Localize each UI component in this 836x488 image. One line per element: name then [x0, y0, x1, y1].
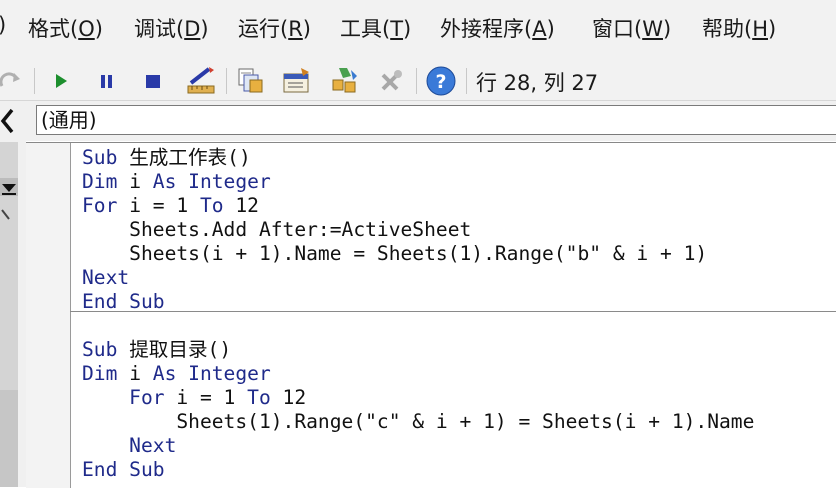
menu-bar: ) 格式(O) 调试(D) 运行(R) 工具(T) 外接程序(A) 窗口(W) … — [0, 0, 836, 62]
menu-format[interactable]: 格式(O) — [28, 13, 103, 43]
run-icon[interactable] — [48, 66, 74, 96]
code-keyword: Next — [82, 266, 130, 289]
code-line[interactable]: Sheets(1).Range("c" & i + 1) = Sheets(i … — [82, 410, 754, 434]
reset-icon[interactable] — [140, 66, 166, 96]
code-keyword: Dim — [82, 362, 130, 385]
code-line[interactable]: Sheets.Add After:=ActiveSheet — [82, 218, 754, 242]
code-editor[interactable]: Sub 生成工作表() Dim i As Integer For i = 1 To … — [82, 146, 754, 482]
code-keyword: To — [199, 194, 236, 217]
toolbar-separator — [416, 68, 417, 94]
code-text: i = 1 — [176, 386, 248, 409]
project-pane-scroll[interactable] — [0, 390, 18, 487]
code-keyword: As Integer — [152, 362, 271, 385]
code-text: i — [129, 170, 153, 193]
code-keyword: For — [82, 386, 177, 409]
toolbox-icon[interactable] — [376, 66, 406, 96]
code-keyword: Dim — [82, 170, 130, 193]
code-text: 生成工作表() — [129, 146, 251, 169]
code-keyword: Sub — [82, 338, 130, 361]
design-mode-icon[interactable] — [184, 66, 218, 96]
code-line[interactable]: Sub 提取目录() — [82, 338, 754, 362]
standard-toolbar: ? 行 28, 列 27 — [0, 62, 836, 101]
code-line[interactable]: Dim i As Integer — [82, 362, 754, 386]
collapse-arrow-icon[interactable] — [0, 107, 14, 135]
menu-debug[interactable]: 调试(D) — [134, 13, 209, 43]
toolbar-separator — [466, 68, 467, 94]
code-line[interactable]: Dim i As Integer — [82, 170, 754, 194]
code-text: 12 — [235, 194, 259, 217]
project-explorer-icon[interactable] — [234, 66, 268, 96]
code-text: i — [129, 362, 153, 385]
code-keyword: End Sub — [82, 290, 165, 313]
code-line[interactable] — [82, 314, 754, 338]
code-line[interactable]: Sheets(i + 1).Name = Sheets(1).Range("b"… — [82, 242, 754, 266]
object-combo[interactable]: (通用) — [36, 105, 836, 135]
code-line[interactable]: For i = 1 To 12 — [82, 386, 754, 410]
code-keyword: End Sub — [82, 458, 165, 481]
code-keyword: Sub — [82, 146, 130, 169]
code-text: i = 1 — [129, 194, 200, 217]
code-line[interactable]: Sub 生成工作表() — [82, 146, 754, 170]
menu-addins[interactable]: 外接程序(A) — [440, 13, 555, 43]
object-combo-row: (通用) — [26, 101, 836, 141]
svg-text:?: ? — [435, 71, 446, 93]
code-text: Sheets.Add After:=ActiveSheet — [82, 218, 472, 241]
code-window[interactable]: Sub 生成工作表() Dim i As Integer For i = 1 To … — [26, 142, 836, 488]
menu-run[interactable]: 运行(R) — [238, 13, 311, 43]
tree-branch-icon — [1, 209, 10, 220]
code-line[interactable]: Next — [82, 434, 754, 458]
toolbar-separator — [34, 68, 35, 94]
help-icon[interactable]: ? — [424, 66, 458, 96]
break-icon[interactable] — [94, 66, 120, 96]
code-margin-indicator-bar[interactable] — [26, 143, 71, 488]
code-line[interactable]: End Sub — [82, 458, 754, 482]
code-text: Sheets(1).Range("c" & i + 1) = Sheets(i … — [82, 410, 755, 433]
code-line[interactable]: For i = 1 To 12 — [82, 194, 754, 218]
object-browser-icon[interactable] — [328, 66, 362, 96]
code-text: 12 — [282, 386, 307, 409]
cursor-position: 行 28, 列 27 — [476, 71, 599, 95]
code-keyword: As Integer — [152, 170, 271, 193]
code-line[interactable]: End Sub — [82, 290, 754, 314]
properties-window-icon[interactable] — [280, 66, 314, 96]
code-keyword: For — [82, 194, 130, 217]
code-keyword: Next — [82, 434, 177, 457]
menu-view-partial[interactable]: ) — [0, 13, 6, 37]
toolbar-separator — [226, 68, 227, 94]
menu-tools[interactable]: 工具(T) — [340, 13, 411, 43]
code-line[interactable]: Next — [82, 266, 754, 290]
dropdown-arrow-icon[interactable] — [0, 178, 18, 196]
menu-help[interactable]: 帮助(H) — [702, 13, 776, 43]
code-text: Sheets(i + 1).Name = Sheets(1).Range("b"… — [82, 242, 708, 265]
redo-icon[interactable] — [0, 66, 22, 96]
code-keyword: To — [247, 386, 283, 409]
code-text: 提取目录() — [129, 338, 232, 361]
menu-window[interactable]: 窗口(W) — [592, 13, 671, 43]
